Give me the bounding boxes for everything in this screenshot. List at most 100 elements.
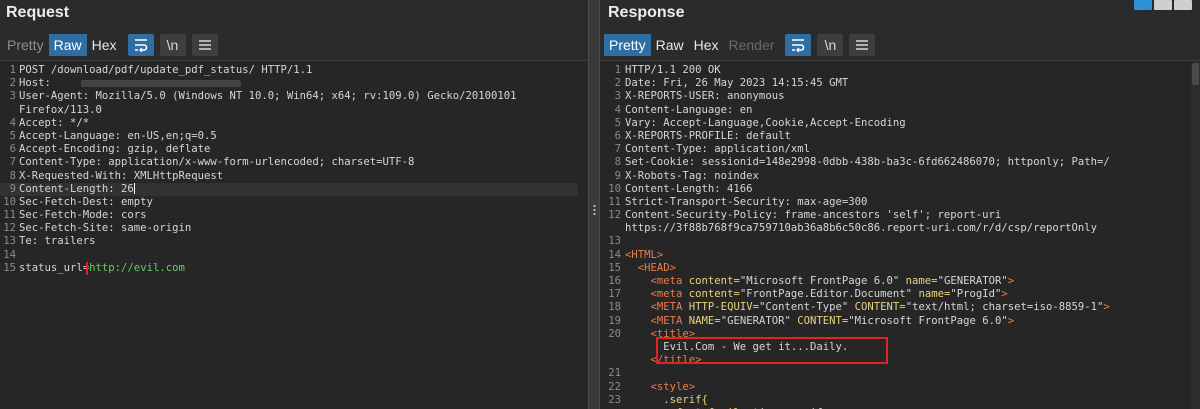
- line-text: Content-Length: 4166: [625, 182, 753, 195]
- request-pane: Request Pretty Raw Hex \n 1 POST /downloa…: [0, 0, 588, 409]
- line-number: 3: [614, 90, 621, 103]
- line-number: 6: [614, 129, 621, 142]
- response-tab-raw[interactable]: Raw: [651, 34, 689, 56]
- line-number: 18: [608, 301, 621, 314]
- line-number: 8: [9, 169, 16, 182]
- pane-divider[interactable]: [588, 0, 600, 409]
- code-line: 5 Accept-Language: en-US,en;q=0.5: [0, 130, 578, 143]
- line-number: 21: [608, 367, 621, 380]
- code-line: 1 HTTP/1.1 200 OK: [600, 64, 1190, 77]
- line-text: Content-Security-Policy: frame-ancestors…: [625, 209, 1002, 222]
- layout-split-icon[interactable]: [1134, 0, 1152, 10]
- response-title: Response: [608, 4, 685, 21]
- param-value-highlighted: http://evil.com: [86, 261, 185, 275]
- code-line: 22 <style>: [600, 381, 1190, 394]
- line-number: 12: [3, 222, 16, 235]
- code-line: 11 Strict-Transport-Security: max-age=300: [600, 196, 1190, 209]
- line-text: Sec-Fetch-Mode: cors: [19, 209, 147, 222]
- line-text: Content-Language: en: [625, 103, 753, 116]
- scrollbar-thumb[interactable]: [1192, 63, 1199, 85]
- line-text: X-Robots-Tag: noindex: [625, 169, 759, 182]
- line-text: <HEAD>: [637, 261, 677, 274]
- line-text: X-Requested-With: XMLHttpRequest: [19, 169, 224, 182]
- code-line: 18 <META HTTP-EQUIV="Content-Type" CONTE…: [600, 301, 1190, 314]
- request-editor[interactable]: 1 POST /download/pdf/update_pdf_status/ H…: [0, 60, 588, 409]
- code-line: 6 Accept-Encoding: gzip, deflate: [0, 143, 578, 156]
- line-number: 3: [9, 90, 16, 103]
- line-text: Content-Type: application/x-www-form-url…: [19, 156, 415, 169]
- line-number: 2: [614, 77, 621, 90]
- divider-grip-icon[interactable]: [593, 204, 596, 216]
- code-line: Firefox/113.0: [0, 104, 578, 117]
- code-line: 2 Date: Fri, 26 May 2023 14:15:45 GMT: [600, 77, 1190, 90]
- code-line: 7 Content-Type: application/x-www-form-ur…: [0, 156, 578, 169]
- line-number: 7: [9, 156, 16, 169]
- line-text: Host:: [19, 77, 241, 90]
- line-number: 5: [9, 129, 16, 142]
- code-line: 19 <META NAME="GENERATOR" CONTENT="Micro…: [600, 315, 1190, 328]
- code-line: 7 Content-Type: application/xml: [600, 143, 1190, 156]
- line-number: [600, 354, 625, 367]
- code-line: https://3f88b768f9ca759710ab36a8b6c50c86…: [600, 222, 1190, 235]
- code-line: 15 status_url=http://evil.com: [0, 261, 578, 275]
- line-number: 7: [614, 143, 621, 156]
- line-text: Content-Type: application/xml: [625, 143, 810, 156]
- line-text: Vary: Accept-Language,Cookie,Accept-Enco…: [625, 116, 906, 129]
- line-number: [600, 222, 625, 235]
- line-text: Sec-Fetch-Dest: empty: [19, 195, 153, 208]
- line-number: 5: [614, 116, 621, 129]
- request-toolbar: Pretty Raw Hex \n: [2, 33, 218, 57]
- request-tab-raw[interactable]: Raw: [48, 34, 87, 56]
- code-line: 8 X-Requested-With: XMLHttpRequest: [0, 170, 578, 183]
- line-text: Accept-Encoding: gzip, deflate: [19, 143, 211, 156]
- layout-horizontal-icon[interactable]: [1154, 0, 1172, 10]
- code-line: 13 Te: trailers: [0, 235, 578, 248]
- code-line: 6 X-REPORTS-PROFILE: default: [600, 130, 1190, 143]
- code-line: 10 Content-Length: 4166: [600, 183, 1190, 196]
- response-tab-hex[interactable]: Hex: [689, 34, 724, 56]
- line-number: 10: [608, 182, 621, 195]
- line-number: 9: [9, 182, 16, 195]
- menu-icon[interactable]: [849, 34, 876, 56]
- line-text: Content-Length: 26: [19, 182, 135, 195]
- code-line: 8 Set-Cookie: sessionid=148e2998-0dbb-438…: [600, 156, 1190, 169]
- line-number: 17: [608, 288, 621, 301]
- text-caret: [133, 183, 135, 195]
- line-text: Accept: */*: [19, 116, 90, 129]
- wrap-lines-icon[interactable]: [127, 34, 154, 56]
- request-tab-hex[interactable]: Hex: [87, 34, 122, 56]
- code-line: 14: [0, 249, 578, 262]
- line-text: <HTML>: [625, 248, 664, 261]
- param-name: status_url=: [19, 261, 90, 274]
- line-text: X-REPORTS-USER: anonymous: [625, 90, 785, 103]
- code-line: 2 Host:: [0, 77, 578, 90]
- newline-icon[interactable]: \n: [159, 34, 186, 56]
- line-number: 15: [3, 261, 16, 274]
- wrap-lines-icon[interactable]: [785, 34, 812, 56]
- request-title: Request: [6, 4, 70, 21]
- line-number: 12: [608, 209, 621, 222]
- code-line: 12 Content-Security-Policy: frame-ancesto…: [600, 209, 1190, 222]
- line-number: 19: [608, 314, 621, 327]
- response-tab-pretty[interactable]: Pretty: [604, 34, 651, 56]
- newline-icon[interactable]: \n: [817, 34, 844, 56]
- menu-icon[interactable]: [191, 34, 218, 56]
- response-scrollbar[interactable]: [1191, 61, 1200, 409]
- code-line: 3 User-Agent: Mozilla/5.0 (Windows NT 10.…: [0, 90, 578, 103]
- layout-switch[interactable]: [1134, 0, 1192, 10]
- line-text: Accept-Language: en-US,en;q=0.5: [19, 129, 217, 142]
- code-line: 10 Sec-Fetch-Dest: empty: [0, 196, 578, 209]
- line-text: <META NAME="GENERATOR" CONTENT="Microsof…: [650, 314, 1015, 327]
- code-line: 4 Content-Language: en: [600, 104, 1190, 117]
- code-line: 11 Sec-Fetch-Mode: cors: [0, 209, 578, 222]
- code-line: 16 <meta content="Microsoft FrontPage 6.…: [600, 275, 1190, 288]
- line-number: 14: [3, 248, 16, 261]
- line-number: 20: [608, 327, 621, 340]
- layout-single-icon[interactable]: [1174, 0, 1192, 10]
- code-line: 9 Content-Length: 26: [0, 182, 578, 196]
- line-number: 23: [608, 393, 621, 406]
- request-tab-pretty[interactable]: Pretty: [2, 34, 49, 56]
- line-text: Strict-Transport-Security: max-age=300: [625, 195, 868, 208]
- response-tab-render[interactable]: Render: [724, 34, 780, 56]
- request-lines: 1 POST /download/pdf/update_pdf_status/ H…: [0, 64, 578, 275]
